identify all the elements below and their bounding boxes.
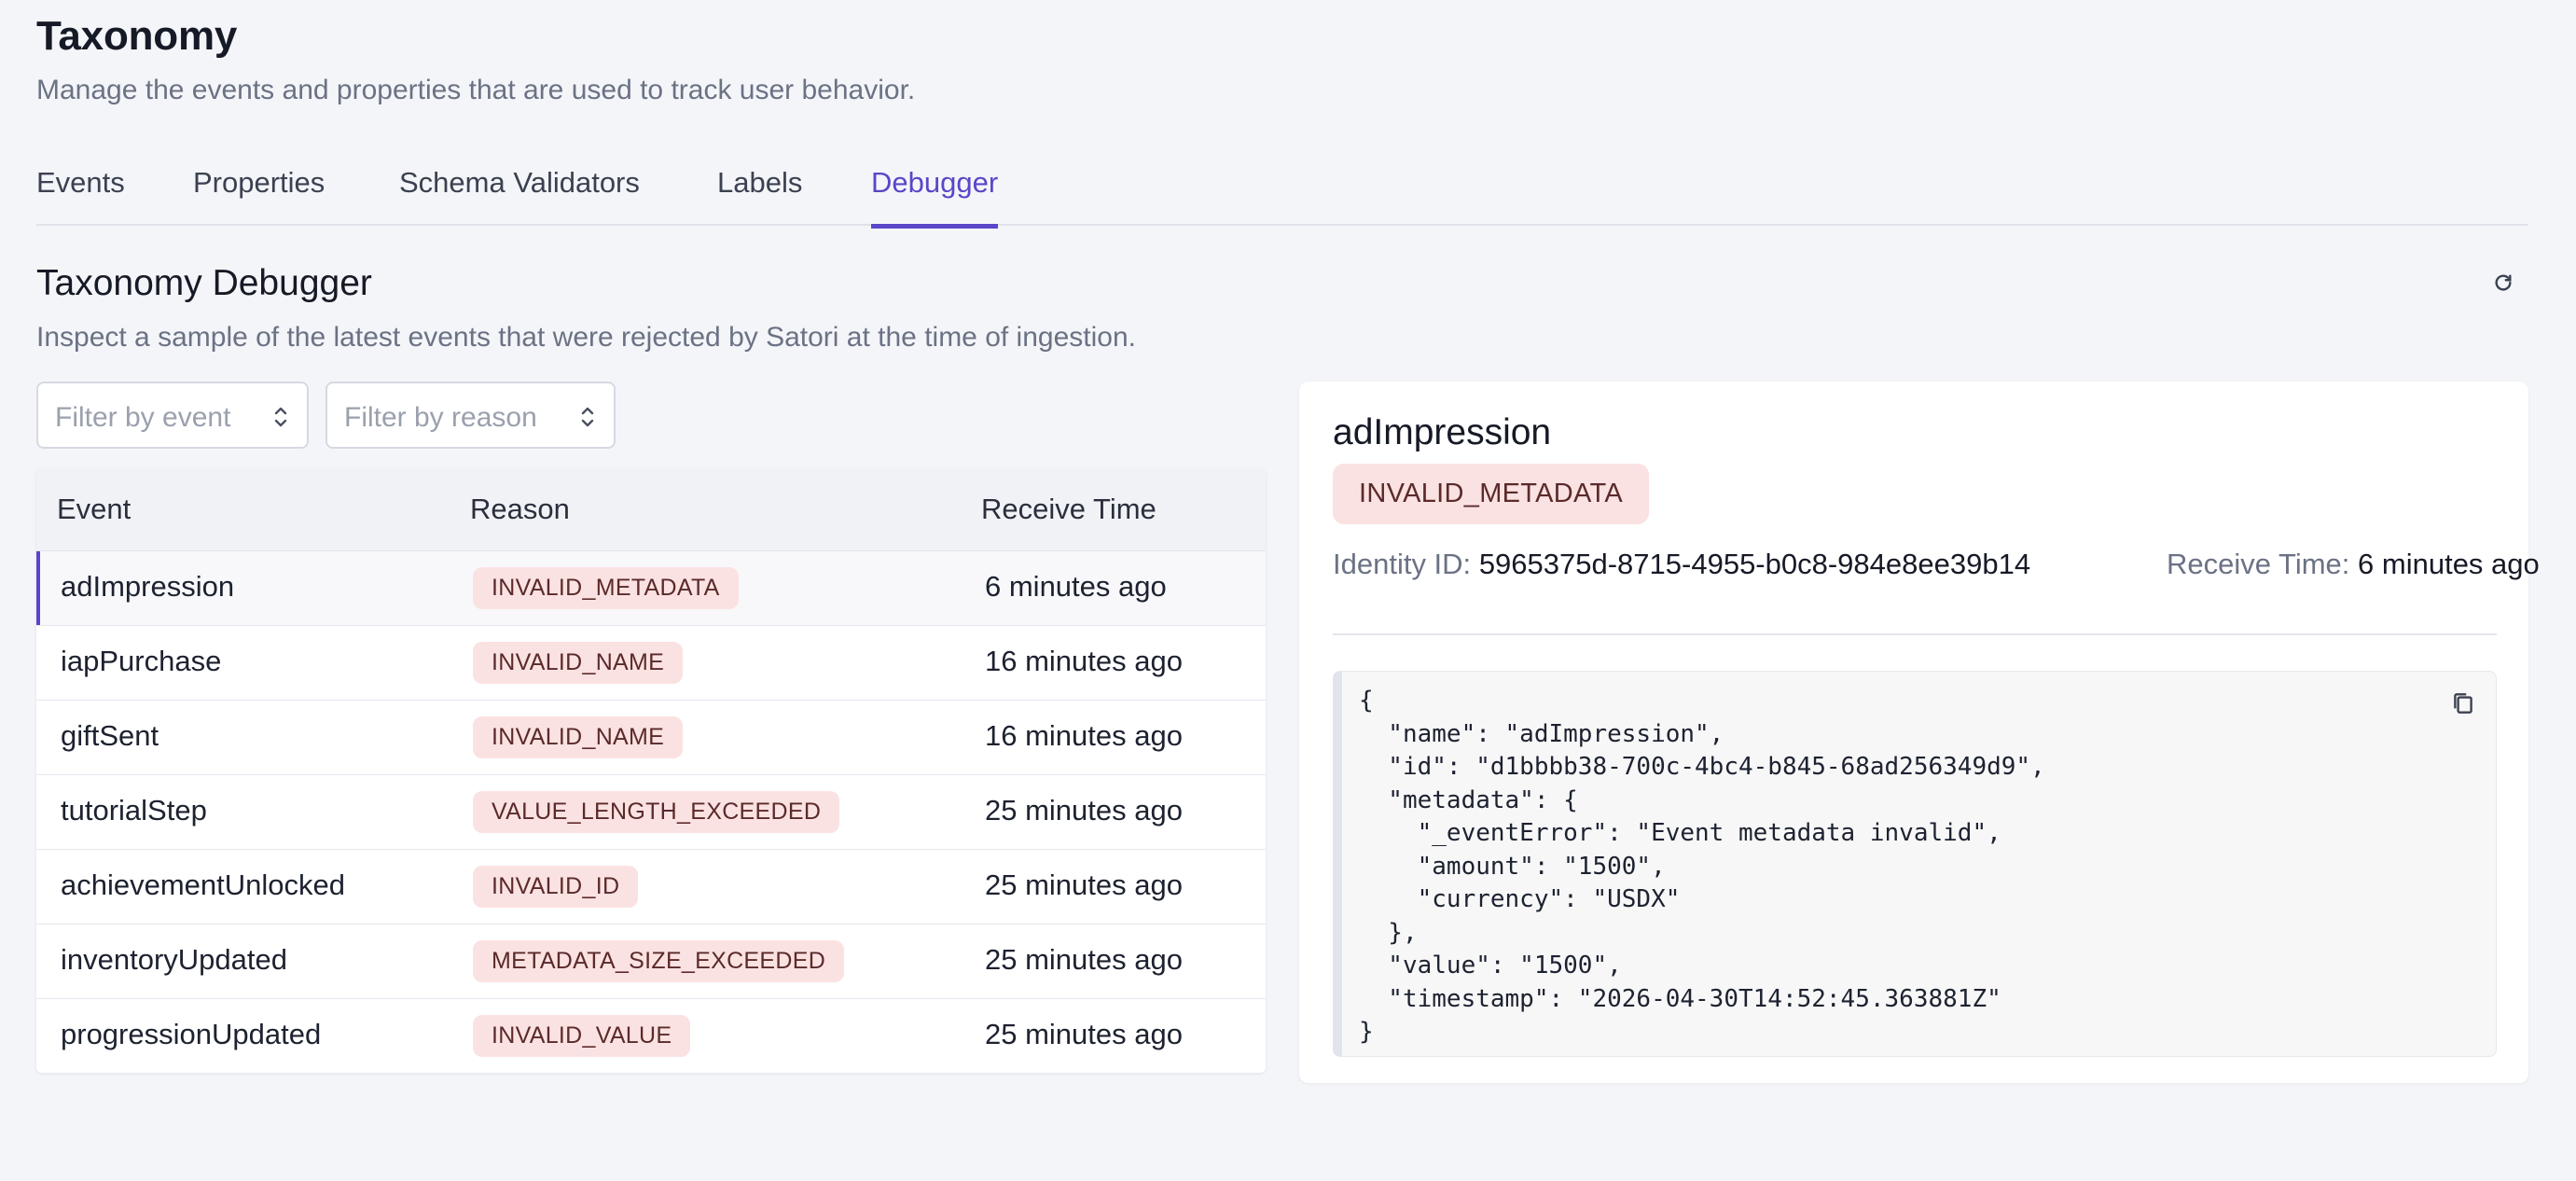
filter-reason-placeholder: Filter by reason (344, 402, 537, 433)
reason-badge: INVALID_METADATA (473, 567, 739, 609)
identity-id-label: Identity ID: (1333, 548, 1472, 580)
event-json: { "name": "adImpression", "id": "d1bbbb3… (1359, 687, 2045, 1046)
column-header-event[interactable]: Event (57, 493, 131, 526)
reason-badge: METADATA_SIZE_EXCEEDED (473, 940, 845, 982)
table-row[interactable]: adImpression INVALID_METADATA 6 minutes … (36, 551, 1266, 626)
identity-id: Identity ID: 5965375d-8715-4955-b0c8-984… (1333, 548, 2030, 581)
table-row[interactable]: inventoryUpdated METADATA_SIZE_EXCEEDED … (36, 924, 1266, 999)
tab-events[interactable]: Events (36, 166, 125, 224)
tab-schema-validators[interactable]: Schema Validators (399, 166, 640, 224)
row-event: achievementUnlocked (61, 868, 346, 901)
reason-badge: INVALID_NAME (473, 642, 684, 684)
table-header: Event Reason Receive Time (36, 468, 1266, 551)
reason-badge: INVALID_ID (473, 866, 639, 908)
row-event: tutorialStep (61, 794, 207, 827)
refresh-icon[interactable] (2489, 269, 2517, 297)
row-event: iapPurchase (61, 645, 222, 677)
table-row[interactable]: progressionUpdated INVALID_VALUE 25 minu… (36, 999, 1266, 1073)
tab-labels[interactable]: Labels (717, 166, 802, 224)
chevron-up-down-icon (274, 407, 287, 427)
detail-reason-badge: INVALID_METADATA (1333, 464, 1650, 524)
receive-time-value: 6 minutes ago (2358, 548, 2540, 580)
event-detail-panel: adImpression INVALID_METADATA Identity I… (1299, 382, 2540, 1083)
page-subtitle: Manage the events and properties that ar… (36, 75, 916, 105)
event-json-block: { "name": "adImpression", "id": "d1bbbb3… (1333, 671, 2497, 1057)
page-title: Taxonomy (36, 13, 238, 59)
row-receive-time: 25 minutes ago (985, 794, 1183, 827)
row-receive-time: 25 minutes ago (985, 943, 1183, 976)
filter-by-event-select[interactable]: Filter by event (36, 382, 309, 449)
debugger-title: Taxonomy Debugger (36, 263, 372, 303)
reason-badge: INVALID_NAME (473, 716, 684, 758)
rejected-events-table: Event Reason Receive Time adImpression I… (36, 468, 1266, 1073)
tab-properties[interactable]: Properties (193, 166, 325, 224)
row-receive-time: 6 minutes ago (985, 570, 1167, 603)
table-row[interactable]: giftSent INVALID_NAME 16 minutes ago (36, 701, 1266, 775)
table-row[interactable]: tutorialStep VALUE_LENGTH_EXCEEDED 25 mi… (36, 775, 1266, 850)
detail-event-name: adImpression (1333, 412, 1552, 452)
row-receive-time: 25 minutes ago (985, 868, 1183, 901)
copy-icon[interactable] (2451, 690, 2475, 716)
row-receive-time: 16 minutes ago (985, 719, 1183, 752)
identity-id-value: 5965375d-8715-4955-b0c8-984e8ee39b14 (1478, 548, 2031, 580)
row-receive-time: 25 minutes ago (985, 1018, 1183, 1050)
chevron-up-down-icon (581, 407, 594, 427)
detail-receive-time: Receive Time: 6 minutes ago (2167, 548, 2540, 581)
row-event: progressionUpdated (61, 1018, 322, 1050)
debugger-subtitle: Inspect a sample of the latest events th… (36, 322, 1136, 353)
row-receive-time: 16 minutes ago (985, 645, 1183, 677)
filter-by-reason-select[interactable]: Filter by reason (325, 382, 616, 449)
reason-badge: INVALID_VALUE (473, 1015, 691, 1057)
column-header-receive-time[interactable]: Receive Time (981, 493, 1156, 526)
tab-debugger[interactable]: Debugger (871, 166, 999, 229)
table-row[interactable]: iapPurchase INVALID_NAME 16 minutes ago (36, 626, 1266, 701)
divider (1333, 633, 2497, 635)
table-row[interactable]: achievementUnlocked INVALID_ID 25 minute… (36, 850, 1266, 924)
tab-bar: Events Properties Schema Validators Labe… (36, 140, 2528, 229)
row-event: adImpression (61, 570, 235, 603)
column-header-reason[interactable]: Reason (470, 493, 570, 526)
row-event: giftSent (61, 719, 159, 752)
row-event: inventoryUpdated (61, 943, 287, 976)
filter-event-placeholder: Filter by event (55, 402, 231, 433)
receive-time-label: Receive Time: (2167, 548, 2350, 580)
reason-badge: VALUE_LENGTH_EXCEEDED (473, 791, 840, 833)
